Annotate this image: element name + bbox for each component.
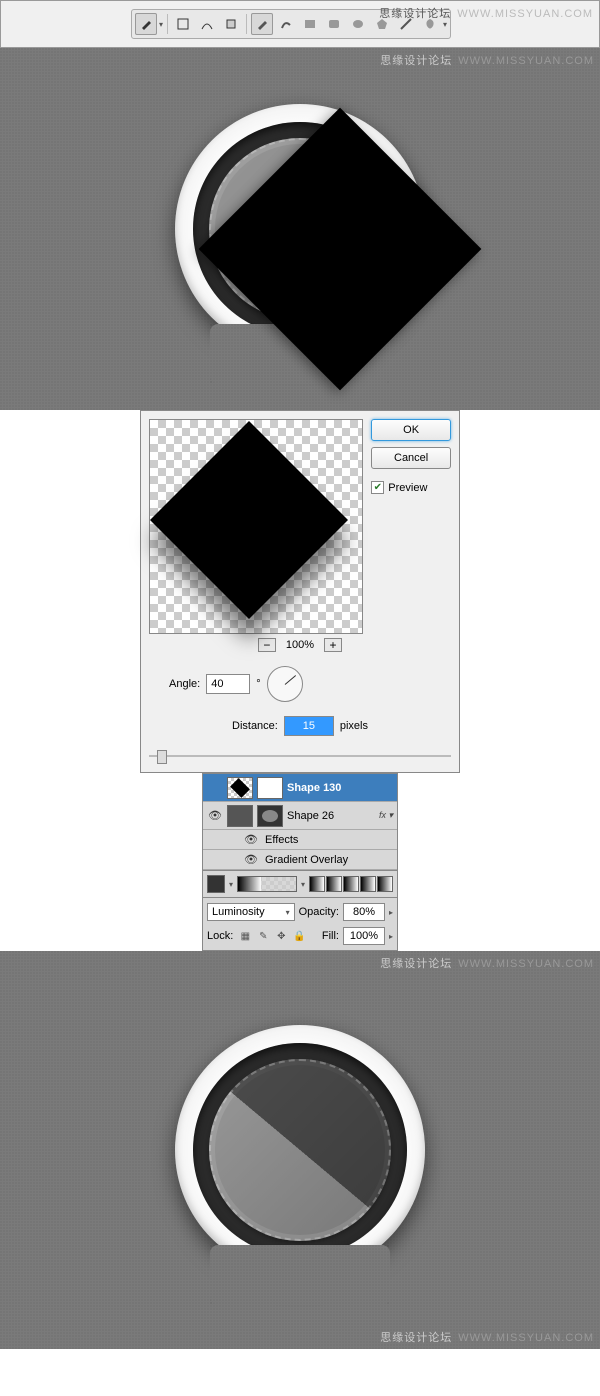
linear-gradient-icon[interactable] (309, 876, 325, 892)
dialog-preview[interactable] (149, 419, 363, 634)
lock-position-icon[interactable]: ✥ (273, 928, 289, 944)
layer-name: Shape 130 (287, 782, 341, 794)
layer-thumb[interactable] (227, 805, 253, 827)
dial-artwork-result (175, 1025, 425, 1275)
effects-label: Effects (265, 834, 298, 846)
gradient-preview[interactable] (237, 876, 297, 892)
layer-vector-thumb[interactable] (257, 805, 283, 827)
distance-slider[interactable] (149, 748, 451, 764)
gradient-swatch[interactable] (207, 875, 225, 893)
layers-panel: Shape 130 👁 Shape 26 fx ▾ 👁 Effects 👁 Gr… (202, 773, 398, 871)
distance-unit: pixels (340, 720, 368, 732)
rounded-rect-icon[interactable] (323, 13, 345, 35)
dropdown-icon[interactable]: ▾ (229, 880, 233, 889)
lock-pixels-icon[interactable]: ✎ (255, 928, 271, 944)
preview-checkbox[interactable]: ✔ (371, 481, 384, 494)
dropdown-icon[interactable]: ▾ (301, 880, 305, 889)
lock-all-icon[interactable]: 🔒 (291, 928, 307, 944)
dropdown-icon[interactable]: ▾ (159, 20, 163, 29)
paths-icon[interactable] (196, 13, 218, 35)
motion-blur-dialog: OK Cancel ✔ Preview − 100% + Angle: 40 °… (140, 410, 460, 773)
visibility-icon[interactable]: 👁 (243, 833, 259, 846)
watermark: 思缘设计论坛WWW.MISSYUAN.COM (379, 5, 593, 21)
shape-layers-icon[interactable] (172, 13, 194, 35)
layer-mask-thumb[interactable] (257, 777, 283, 799)
distance-label: Distance: (232, 720, 278, 732)
lock-label: Lock: (207, 930, 233, 942)
lock-transparency-icon[interactable]: ▦ (237, 928, 253, 944)
degree-symbol: ° (256, 678, 260, 690)
opacity-label: Opacity: (299, 906, 339, 918)
gradient-options: ▾ ▾ (202, 871, 398, 898)
preview-label: Preview (388, 482, 427, 494)
layer-thumb[interactable] (227, 777, 253, 799)
angle-gradient-icon[interactable] (343, 876, 359, 892)
zoom-in-button[interactable]: + (324, 638, 342, 652)
canvas-preview-1: 思缘设计论坛WWW.MISSYUAN.COM (0, 48, 600, 410)
diamond-gradient-icon[interactable] (377, 876, 393, 892)
visibility-icon[interactable]: 👁 (243, 853, 259, 866)
layer-name: Shape 26 (287, 810, 334, 822)
layer-shape-26[interactable]: 👁 Shape 26 fx ▾ (203, 802, 397, 830)
gradient-overlay-label: Gradient Overlay (265, 854, 348, 866)
zoom-level: 100% (286, 639, 314, 651)
layer-blend-panel: Luminosity▾ Opacity: 80% ▸ Lock: ▦ ✎ ✥ 🔒… (202, 898, 398, 951)
gradient-overlay-row[interactable]: 👁 Gradient Overlay (203, 850, 397, 870)
rectangle-icon[interactable] (299, 13, 321, 35)
pen-tool-icon[interactable] (251, 13, 273, 35)
fill-label: Fill: (322, 930, 339, 942)
watermark: 思缘设计论坛WWW.MISSYUAN.COM (380, 52, 594, 68)
opacity-field[interactable]: 80% (343, 903, 385, 921)
angle-label: Angle: (169, 678, 200, 690)
gradient-type-buttons (309, 876, 393, 892)
pen-tool[interactable] (135, 13, 157, 35)
tool-options-bar: 思缘设计论坛WWW.MISSYUAN.COM ▾ ▾ (0, 0, 600, 48)
blend-mode-select[interactable]: Luminosity▾ (207, 903, 295, 921)
radial-gradient-icon[interactable] (326, 876, 342, 892)
angle-dial[interactable] (267, 666, 303, 702)
zoom-out-button[interactable]: − (258, 638, 276, 652)
freeform-pen-icon[interactable] (275, 13, 297, 35)
angle-field[interactable]: 40 (206, 674, 250, 694)
reflected-gradient-icon[interactable] (360, 876, 376, 892)
ellipse-icon[interactable] (347, 13, 369, 35)
canvas-preview-2: 思缘设计论坛WWW.MISSYUAN.COM 思缘设计论坛WWW.MISSYUA… (0, 951, 600, 1349)
chevron-right-icon[interactable]: ▸ (389, 908, 393, 917)
fx-indicator[interactable]: fx ▾ (379, 810, 393, 821)
watermark: 思缘设计论坛WWW.MISSYUAN.COM (380, 955, 594, 971)
ok-button[interactable]: OK (371, 419, 451, 441)
chevron-right-icon[interactable]: ▸ (389, 932, 393, 941)
fill-pixels-icon[interactable] (220, 13, 242, 35)
layer-shape-130[interactable]: Shape 130 (203, 774, 397, 802)
effects-row[interactable]: 👁 Effects (203, 830, 397, 850)
cancel-button[interactable]: Cancel (371, 447, 451, 469)
fill-field[interactable]: 100% (343, 927, 385, 945)
distance-field[interactable]: 15 (284, 716, 334, 736)
watermark-bottom: 思缘设计论坛WWW.MISSYUAN.COM (380, 1329, 594, 1345)
visibility-icon[interactable]: 👁 (207, 809, 223, 822)
